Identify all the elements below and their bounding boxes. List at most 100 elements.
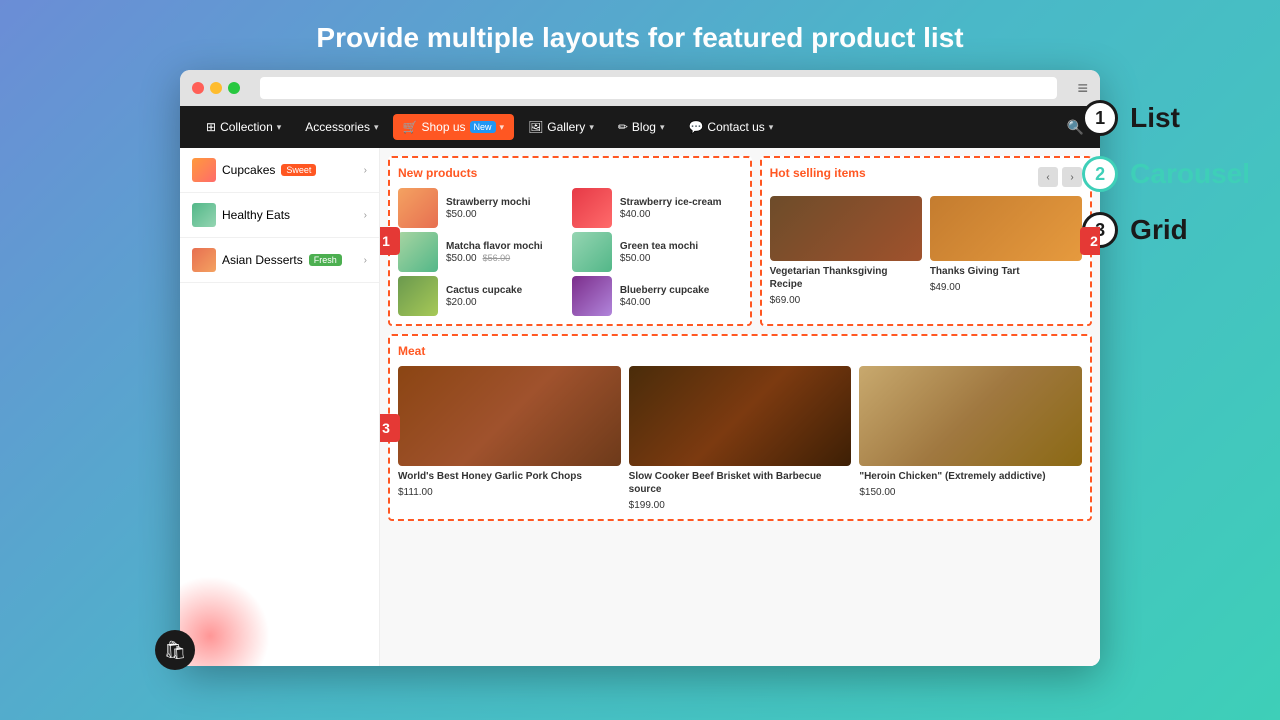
nav-contact-label: Contact us	[707, 120, 764, 134]
nav-collection[interactable]: ⊞ Collection ▾	[196, 114, 291, 140]
product-name: Matcha flavor mochi	[446, 241, 568, 253]
sidebar-item-asian-label: Asian Desserts	[222, 253, 303, 267]
layout-num-badge-2: 2	[1082, 156, 1118, 192]
product-price: $40.00	[620, 297, 742, 308]
chevron-down-icon: ▾	[374, 122, 379, 133]
browser-menu-icon[interactable]: ≡	[1077, 78, 1088, 99]
meat-item-name: "Heroin Chicken" (Extremely addictive)	[859, 470, 1082, 483]
nav-accessories-label: Accessories	[305, 120, 370, 134]
product-name: Strawberry ice-cream	[620, 197, 742, 209]
badge-carousel: 2	[1080, 227, 1100, 255]
nav-blog[interactable]: ✏ Blog ▾	[608, 114, 675, 140]
hot-item-tart[interactable]: Thanks Giving Tart $49.00	[930, 196, 1082, 306]
product-item-matcha-mochi[interactable]: Matcha flavor mochi $50.00 $56.00	[398, 232, 568, 272]
chevron-down-icon: ▾	[277, 122, 282, 133]
layout-label-grid: Grid	[1130, 214, 1188, 246]
hot-items: Vegetarian Thanksgiving Recipe $69.00 Th…	[770, 196, 1082, 306]
product-price: $50.00	[620, 253, 742, 264]
layout-option-carousel[interactable]: 2 Carousel	[1082, 156, 1250, 192]
meat-item-beef[interactable]: Slow Cooker Beef Brisket with Barbecue s…	[629, 366, 852, 511]
sidebar: Cupcakes Sweet › Healthy Eats › Asian De…	[180, 148, 380, 666]
product-thumb	[398, 232, 438, 272]
sidebar-badge-sweet: Sweet	[281, 164, 316, 176]
meat-item-chicken[interactable]: "Heroin Chicken" (Extremely addictive) $…	[859, 366, 1082, 511]
meat-section: 3 Meat World's Best Honey Garlic Pork Ch…	[388, 334, 1092, 521]
chevron-down-icon: ▾	[500, 122, 505, 133]
traffic-lights	[192, 82, 240, 94]
meat-grid: World's Best Honey Garlic Pork Chops $11…	[398, 366, 1082, 511]
shopify-icon[interactable]: 🛍	[155, 630, 195, 670]
sidebar-item-cupcakes-label: Cupcakes	[222, 163, 275, 177]
hot-item-price: $69.00	[770, 295, 922, 306]
grid-icon: ⊞	[206, 120, 216, 134]
product-price: $50.00	[446, 253, 477, 264]
browser-window: ≡ ⊞ Collection ▾ Accessories ▾ 🛒 Shop us…	[180, 70, 1100, 666]
nav-collection-label: Collection	[220, 120, 273, 134]
product-thumb	[572, 276, 612, 316]
meat-title: Meat	[398, 344, 1082, 358]
chevron-right-icon: ›	[364, 255, 367, 266]
product-name: Cactus cupcake	[446, 285, 568, 297]
product-item-blueberry[interactable]: Blueberry cupcake $40.00	[572, 276, 742, 316]
nav-bar: ⊞ Collection ▾ Accessories ▾ 🛒 Shop us N…	[180, 106, 1100, 148]
sidebar-item-asian[interactable]: Asian Desserts Fresh ›	[180, 238, 379, 283]
new-products-section: 1 New products Strawberry mochi	[388, 156, 752, 326]
sidebar-item-healthy-label: Healthy Eats	[222, 208, 290, 222]
close-button[interactable]	[192, 82, 204, 94]
sidebar-item-healthy[interactable]: Healthy Eats ›	[180, 193, 379, 238]
badge-list: 1	[380, 227, 400, 255]
badge-grid: 3	[380, 414, 400, 442]
product-info: Green tea mochi $50.00	[620, 241, 742, 264]
nav-blog-label: Blog	[632, 120, 656, 134]
product-info: Strawberry mochi $50.00	[446, 197, 568, 220]
layout-label-carousel: Carousel	[1130, 158, 1250, 190]
page-title: Provide multiple layouts for featured pr…	[316, 22, 963, 54]
meat-item-img	[398, 366, 621, 466]
product-info: Blueberry cupcake $40.00	[620, 285, 742, 308]
nav-shopus-label: Shop us	[421, 120, 465, 134]
address-bar[interactable]	[260, 77, 1057, 99]
hot-selling-title: Hot selling items	[770, 166, 866, 180]
new-products-title: New products	[398, 166, 742, 180]
nav-accessories[interactable]: Accessories ▾	[295, 114, 388, 140]
main-content: Cupcakes Sweet › Healthy Eats › Asian De…	[180, 148, 1100, 666]
cupcakes-icon	[192, 158, 216, 182]
product-info: Cactus cupcake $20.00	[446, 285, 568, 308]
product-info: Matcha flavor mochi $50.00 $56.00	[446, 241, 568, 264]
layout-option-grid[interactable]: 3 Grid	[1082, 212, 1250, 248]
product-price: $20.00	[446, 297, 568, 308]
product-thumb	[398, 276, 438, 316]
meat-item-name: World's Best Honey Garlic Pork Chops	[398, 470, 621, 483]
nav-new-badge: New	[470, 121, 496, 133]
chat-icon: 💬	[688, 120, 703, 134]
chevron-right-icon: ›	[364, 210, 367, 221]
meat-item-name: Slow Cooker Beef Brisket with Barbecue s…	[629, 470, 852, 496]
hot-item-img	[770, 196, 922, 261]
product-item-strawberry-mochi[interactable]: Strawberry mochi $50.00	[398, 188, 568, 228]
product-item-cactus[interactable]: Cactus cupcake $20.00	[398, 276, 568, 316]
product-thumb	[398, 188, 438, 228]
maximize-button[interactable]	[228, 82, 240, 94]
minimize-button[interactable]	[210, 82, 222, 94]
meat-item-price: $111.00	[398, 487, 621, 498]
nav-shopus[interactable]: 🛒 Shop us New ▾	[393, 114, 515, 140]
hot-item-name: Vegetarian Thanksgiving Recipe	[770, 265, 922, 291]
nav-gallery-label: Gallery	[547, 120, 585, 134]
product-price: $40.00	[620, 209, 742, 220]
nav-contact[interactable]: 💬 Contact us ▾	[678, 114, 783, 140]
sidebar-item-cupcakes[interactable]: Cupcakes Sweet ›	[180, 148, 379, 193]
meat-item-pork[interactable]: World's Best Honey Garlic Pork Chops $11…	[398, 366, 621, 511]
meat-item-price: $199.00	[629, 500, 852, 511]
hot-item-thanksgiving[interactable]: Vegetarian Thanksgiving Recipe $69.00	[770, 196, 922, 306]
carousel-prev-button[interactable]: ‹	[1038, 167, 1058, 187]
nav-gallery[interactable]: 🖼 Gallery ▾	[518, 114, 604, 140]
chevron-down-icon: ▾	[589, 122, 594, 133]
product-item-green-tea[interactable]: Green tea mochi $50.00	[572, 232, 742, 272]
chevron-right-icon: ›	[364, 165, 367, 176]
layout-option-list[interactable]: 1 List	[1082, 100, 1250, 136]
chevron-down-icon: ▾	[769, 122, 774, 133]
product-item-strawberry-icecream[interactable]: Strawberry ice-cream $40.00	[572, 188, 742, 228]
sidebar-badge-fresh: Fresh	[309, 254, 342, 266]
product-thumb	[572, 188, 612, 228]
carousel-next-button[interactable]: ›	[1062, 167, 1082, 187]
